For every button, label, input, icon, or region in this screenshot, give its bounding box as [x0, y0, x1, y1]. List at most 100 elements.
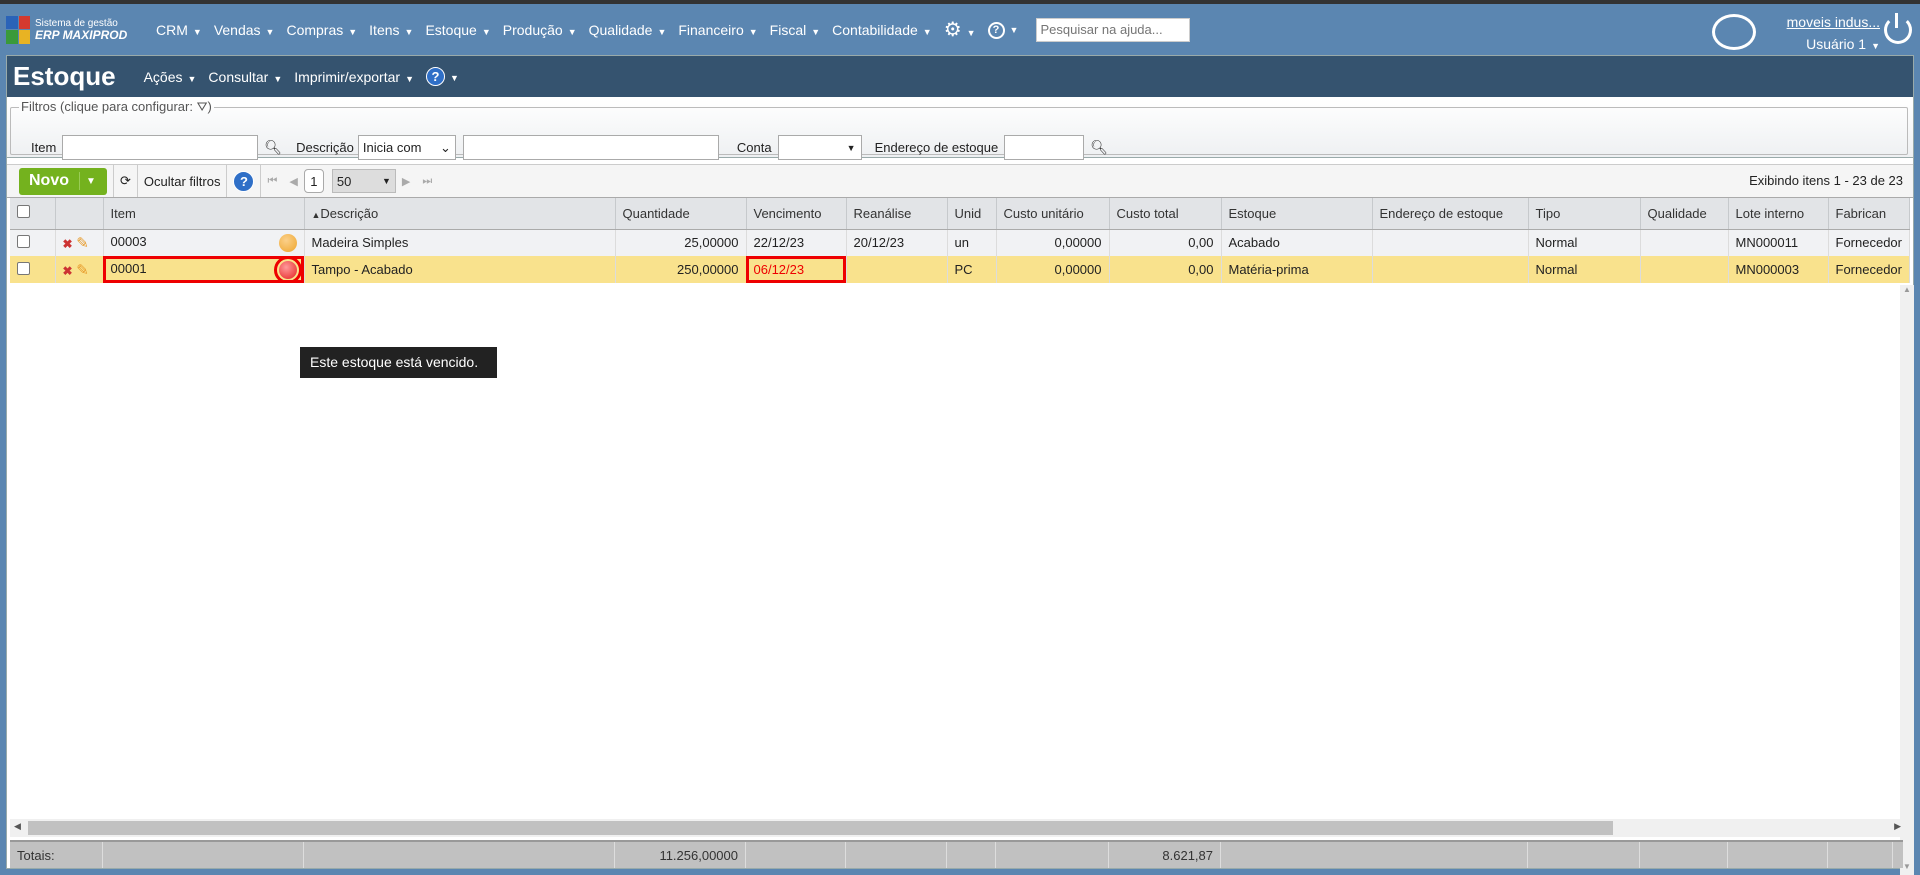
settings-menu[interactable]: ⚙ ▼	[944, 17, 976, 42]
address-filter-label: Endereço de estoque	[874, 140, 999, 155]
description-filter-input[interactable]	[462, 135, 719, 160]
logo-line2: ERP MAXIPROD	[35, 27, 128, 42]
description: Madeira Simples	[304, 229, 616, 256]
unit: PC	[947, 256, 997, 283]
edit-icon[interactable]: ✎	[76, 235, 89, 252]
logo[interactable]: Sistema de gestão ERP MAXIPROD	[6, 15, 156, 44]
item-code: 00003	[110, 233, 147, 249]
menu-vendas[interactable]: Vendas ▼	[214, 22, 275, 38]
status-orange-icon[interactable]	[278, 233, 297, 252]
menu-financeiro[interactable]: Financeiro ▼	[678, 22, 757, 38]
col-endereco[interactable]: Endereço de estoque	[1372, 198, 1529, 230]
menu-estoque[interactable]: Estoque ▼	[425, 22, 490, 38]
menu-crm[interactable]: CRM ▼	[156, 22, 202, 38]
actions-header	[55, 198, 104, 230]
row-checkbox[interactable]	[17, 234, 30, 248]
stock: Matéria-prima	[1221, 256, 1373, 283]
col-descricao[interactable]: ▲Descrição	[304, 198, 616, 230]
power-icon[interactable]	[1884, 13, 1912, 44]
page-size-select[interactable]: 50 ▼	[331, 169, 396, 193]
col-unid[interactable]: Unid	[947, 198, 997, 230]
scroll-thumb[interactable]	[28, 821, 1613, 835]
stock-panel: Estoque Ações ▼ Consultar ▼ Imprimir/expor…	[6, 55, 1914, 875]
menu-itens[interactable]: Itens ▼	[369, 22, 413, 38]
manufacturer: Fornecedor	[1828, 229, 1910, 256]
refresh-icon: ⟳	[120, 173, 131, 188]
item-count: Exibindo itens 1 - 23 de 23	[1749, 173, 1903, 188]
page-title: Estoque	[13, 61, 116, 91]
chat-icon[interactable]	[1712, 14, 1756, 50]
quantity: 25,00000	[615, 229, 747, 256]
col-vencimento[interactable]: Vencimento	[746, 198, 847, 230]
user-menu[interactable]: Usuário 1 ▼	[1770, 36, 1880, 52]
col-reanalise[interactable]: Reanálise	[846, 198, 948, 230]
delete-icon[interactable]: ✖	[63, 237, 73, 251]
filter-icon[interactable]: ⛛	[197, 99, 208, 114]
table-row-selected[interactable]: ✖ ✎ 00001 Tampo - Acabado 250,00000 06/1…	[10, 256, 1910, 283]
address-search-icon[interactable]: 🔍︎	[1090, 139, 1108, 156]
refresh-button[interactable]: ⟳	[113, 165, 138, 197]
col-tipo[interactable]: Tipo	[1528, 198, 1641, 230]
description-mode-select[interactable]: Inicia com ⌄	[357, 135, 456, 160]
manufacturer: Fornecedor	[1828, 256, 1910, 283]
description: Tampo - Acabado	[304, 256, 616, 283]
help-menu[interactable]: ? ▼	[987, 20, 1018, 39]
new-button[interactable]: Novo ▼	[19, 167, 107, 195]
totals-row: Totais: 11.256,00000 8.621,87	[10, 840, 1903, 868]
horizontal-scrollbar[interactable]: ◀ ▶	[10, 819, 1913, 837]
header-row: Item ▲Descrição Quantidade Vencimento Re…	[10, 198, 1910, 230]
expiry-date: 22/12/23	[746, 229, 847, 256]
last-page-icon[interactable]: ⏭	[422, 175, 432, 188]
prev-page-icon[interactable]: ◀	[289, 175, 297, 188]
item-filter-input[interactable]	[62, 135, 259, 160]
new-dropdown-icon[interactable]: ▼	[80, 176, 96, 187]
expiry-date: 06/12/23	[746, 256, 847, 283]
filters-legend[interactable]: Filtros (clique para configurar: ⛛)	[19, 99, 214, 115]
col-qualidade[interactable]: Qualidade	[1640, 198, 1729, 230]
total-cost: 0,00	[1109, 256, 1222, 283]
menu-fiscal[interactable]: Fiscal ▼	[770, 22, 820, 38]
delete-icon[interactable]: ✖	[63, 264, 73, 278]
menu-acoes[interactable]: Ações ▼	[144, 69, 197, 85]
stock-address	[1372, 256, 1529, 283]
hide-filters-button[interactable]: Ocultar filtros	[138, 165, 228, 197]
col-fabricante[interactable]: Fabrican	[1828, 198, 1910, 230]
internal-lot: MN000011	[1728, 229, 1829, 256]
select-all-checkbox[interactable]	[17, 205, 30, 219]
help-search-input[interactable]	[1036, 17, 1191, 42]
edit-icon[interactable]: ✎	[76, 262, 89, 279]
col-lote-interno[interactable]: Lote interno	[1728, 198, 1829, 230]
menu-compras[interactable]: Compras ▼	[286, 22, 357, 38]
unit-cost: 0,00000	[996, 229, 1110, 256]
company-link[interactable]: moveis indus...	[1770, 14, 1880, 30]
col-custo-unitario[interactable]: Custo unitário	[996, 198, 1110, 230]
search-icon[interactable]: 🔍︎	[264, 139, 282, 156]
row-checkbox[interactable]	[17, 261, 30, 275]
type: Normal	[1528, 229, 1641, 256]
account-filter-select[interactable]: ▼	[777, 135, 862, 160]
table-row[interactable]: ✖ ✎ 00003 Madeira Simples 25,00000 22/12…	[10, 229, 1910, 256]
total-cost: 0,00	[1109, 229, 1222, 256]
first-page-icon[interactable]: ⏮	[267, 175, 277, 188]
address-filter-input[interactable]	[1004, 135, 1085, 160]
help-icon: ?	[233, 170, 255, 192]
col-item[interactable]: Item	[103, 198, 305, 230]
status-expired-icon[interactable]	[273, 256, 302, 283]
menu-producao[interactable]: Produção ▼	[503, 22, 577, 38]
menu-consultar[interactable]: Consultar ▼	[208, 69, 282, 85]
expired-tooltip: Este estoque está vencido.	[300, 347, 497, 378]
quality	[1640, 256, 1729, 283]
col-estoque[interactable]: Estoque	[1221, 198, 1373, 230]
page-help-menu[interactable]: ? ▼	[425, 67, 459, 86]
menu-contabilidade[interactable]: Contabilidade ▼	[832, 22, 932, 38]
grid-help-button[interactable]: ?	[227, 165, 262, 197]
reanalysis-date: 20/12/23	[846, 229, 948, 256]
col-custo-total[interactable]: Custo total	[1109, 198, 1222, 230]
menu-imprimir-exportar[interactable]: Imprimir/exportar ▼	[294, 69, 414, 85]
next-page-icon[interactable]: ▶	[402, 175, 410, 188]
vertical-scrollbar[interactable]: ▲ ▼	[1900, 285, 1914, 875]
page-number-input[interactable]: 1	[303, 169, 324, 193]
menu-qualidade[interactable]: Qualidade ▼	[589, 22, 667, 38]
main-menu: CRM ▼ Vendas ▼ Compras ▼ Itens ▼ Estoque ▼ Pr…	[156, 17, 1191, 42]
col-quantidade[interactable]: Quantidade	[615, 198, 747, 230]
